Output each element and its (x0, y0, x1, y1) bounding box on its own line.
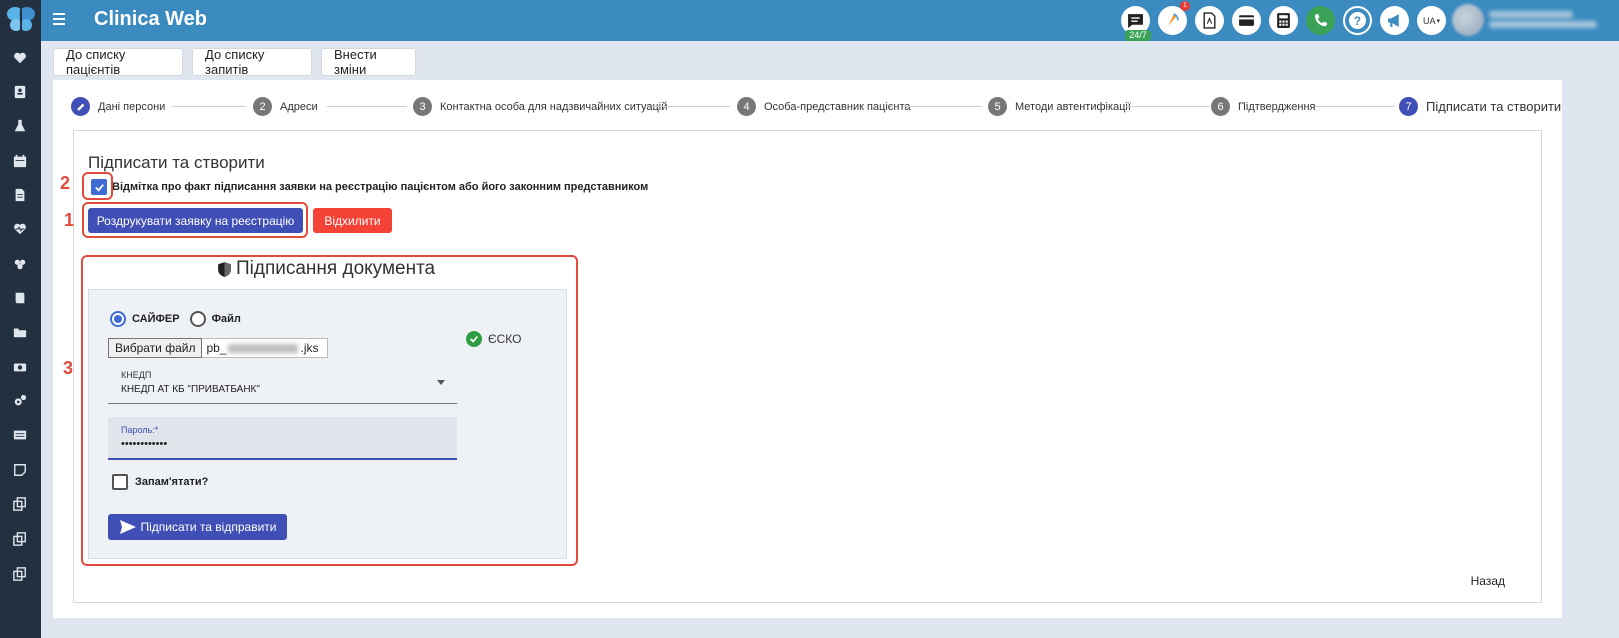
annotation-box-1 (82, 202, 308, 238)
phone-icon[interactable] (1306, 6, 1335, 35)
step-divider (1126, 106, 1210, 107)
annotation-number-1: 1 (64, 210, 75, 230)
step-4[interactable]: 4 Особа-представник пацієнта (737, 97, 911, 116)
copy-icon-3[interactable] (12, 566, 28, 582)
calendar-icon[interactable] (12, 153, 28, 169)
avatar[interactable] (1452, 4, 1484, 36)
edit-button[interactable]: Внести зміни (321, 47, 416, 77)
user-name-blurred[interactable] (1489, 8, 1609, 32)
heart-icon[interactable] (12, 50, 28, 66)
step-label: Адреси (280, 100, 318, 113)
card-icon[interactable] (1232, 6, 1261, 35)
step-5[interactable]: 5 Методи автентифікації (988, 97, 1131, 116)
pdf-icon[interactable] (1195, 6, 1224, 35)
money-icon[interactable] (12, 359, 28, 375)
to-requests-button[interactable]: До списку запитів (192, 47, 312, 77)
annotation-number-3: 3 (63, 358, 74, 378)
gears-icon[interactable] (12, 393, 28, 409)
reject-button[interactable]: Відхилити (313, 208, 392, 233)
app-logo-icon[interactable] (5, 3, 37, 35)
book-icon[interactable] (12, 290, 28, 306)
section-title: Підписати та створити (88, 153, 265, 172)
step-label: Дані персони (98, 100, 166, 113)
step-number: 4 (737, 97, 756, 116)
copy-icon-2[interactable] (12, 531, 28, 547)
step-2[interactable]: 2 Адреси (253, 97, 318, 116)
step-number: 5 (988, 97, 1007, 116)
support-247-badge: 24/7 (1125, 30, 1151, 41)
megaphone-icon[interactable] (1380, 6, 1409, 35)
menu-icon[interactable] (53, 13, 65, 25)
step-number: 3 (413, 97, 432, 116)
step-label: Методи автентифікації (1015, 100, 1131, 113)
back-link[interactable]: Назад (1471, 574, 1505, 588)
sidebar (0, 0, 41, 638)
to-patients-button[interactable]: До списку пацієнтів (53, 47, 183, 77)
annotation-number-2: 2 (60, 173, 71, 193)
signature-fact-label: Відмітка про факт підписання заявки на р… (112, 181, 649, 193)
step-3[interactable]: 3 Контактна особа для надзвичайних ситуа… (413, 97, 667, 116)
step-1[interactable]: Дані персони (71, 97, 165, 116)
step-label: Особа-представник пацієнта (764, 100, 911, 113)
annotation-box-3 (81, 255, 578, 566)
step-label: Підтвердження (1238, 100, 1316, 113)
help-icon[interactable]: ? (1343, 6, 1372, 35)
folder-icon[interactable] (12, 324, 28, 340)
stepper: Дані персони 2 Адреси 3 Контактна особа … (53, 80, 1562, 132)
language-label: UA (1422, 15, 1436, 26)
app-title: Clinica Web (94, 8, 207, 30)
step-divider (1315, 106, 1395, 107)
step-number: 6 (1211, 97, 1230, 116)
svg-text:?: ? (1354, 15, 1361, 28)
heartbeat-icon[interactable] (12, 221, 28, 237)
step-divider (652, 106, 730, 107)
step-label: Підписати та створити (1426, 99, 1562, 114)
step-divider (327, 106, 407, 107)
step-divider (903, 106, 982, 107)
pencil-icon (71, 97, 90, 116)
step-6[interactable]: 6 Підтвердження (1211, 97, 1316, 116)
step-number: 7 (1399, 97, 1418, 116)
notification-badge: 1 (1180, 1, 1190, 11)
document-icon[interactable] (12, 187, 28, 203)
list-icon[interactable] (12, 427, 28, 443)
step-7[interactable]: 7 Підписати та створити (1399, 97, 1561, 116)
copy-icon-1[interactable] (12, 496, 28, 512)
note-icon[interactable] (12, 462, 28, 478)
step-number: 2 (253, 97, 272, 116)
flask-icon[interactable] (12, 118, 28, 134)
signature-fact-checkbox-row[interactable]: Відмітка про факт підписання заявки на р… (91, 179, 648, 195)
step-label: Контактна особа для надзвичайних ситуаці… (440, 100, 668, 113)
contact-card-icon[interactable] (12, 84, 28, 100)
language-selector[interactable]: UA ▾ (1417, 6, 1446, 35)
group-icon[interactable] (12, 256, 28, 272)
step-divider (172, 106, 246, 107)
calculator-icon[interactable] (1269, 6, 1298, 35)
annotation-box-2 (82, 172, 113, 200)
